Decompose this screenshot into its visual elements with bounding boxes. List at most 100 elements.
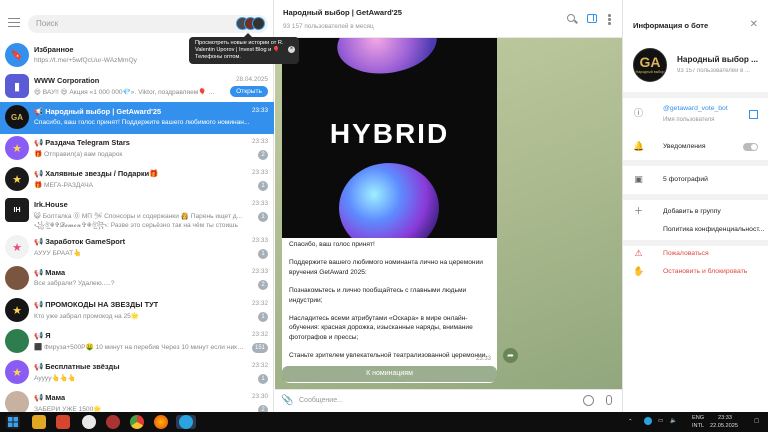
more-icon[interactable] xyxy=(608,14,611,25)
message-text: Спасибо, ваш голос принят! Поддержите ва… xyxy=(289,240,494,370)
chat-header[interactable]: Народный выбор | GetAward'25 93 157 поль… xyxy=(275,0,622,38)
notification-icon[interactable]: ▢ xyxy=(754,418,759,424)
message-bubble: HYBRID Спасибо, ваш голос принят! Поддер… xyxy=(282,38,497,383)
chat-list-item[interactable]: ★ 📢 Халявные звезды / Подарки🎁 23:33 🎁 МЕГА… xyxy=(0,164,274,196)
chat-time: 28.04.2025 xyxy=(236,76,268,83)
chat-name: 📢 Раздача Telegram Stars xyxy=(34,138,130,147)
unread-badge: 1 xyxy=(258,249,268,259)
chat-name: 📢 ПРОМОКОДЫ НА ЗВЕЗДЫ ТУТ xyxy=(34,300,159,309)
tooltip-text: Просмотреть новые истории от R. Valentin… xyxy=(195,40,284,61)
chat-view: Народный выбор | GetAward'25 93 157 поль… xyxy=(275,0,622,412)
bot-username[interactable]: @getaward_vote_bot xyxy=(663,105,728,112)
app-icon[interactable] xyxy=(106,415,120,429)
telegram-tray-icon[interactable] xyxy=(644,417,652,425)
photos-link[interactable]: 5 фотографий xyxy=(663,176,708,183)
search-icon[interactable] xyxy=(567,14,575,22)
search-input[interactable]: Поиск xyxy=(28,15,268,33)
privacy-policy-button[interactable]: Политика конфиденциальност... xyxy=(663,226,764,233)
telegram-taskbar-icon[interactable] xyxy=(176,415,196,429)
chat-subtitle: 93 157 пользователей в месяц xyxy=(283,23,374,30)
close-icon[interactable]: ✕ xyxy=(750,19,758,30)
qr-code-icon[interactable] xyxy=(749,110,758,119)
info-panel: Информация о боте ✕ GA Народный выбор На… xyxy=(622,0,768,412)
inline-button-nominations[interactable]: К номинациям xyxy=(282,366,497,382)
chat-preview: 🎁 МЕГА-РАЗДАЧА xyxy=(34,182,94,189)
unread-badge: 1 xyxy=(258,212,268,222)
yandex-browser-icon[interactable] xyxy=(82,415,96,429)
clock-date[interactable]: 22.05.2025 xyxy=(710,423,738,429)
windows-taskbar: ⌃ ▭ 🔈 ENG INTL 23:33 22.05.2025 ▢ xyxy=(0,412,768,432)
chat-time: 23:33 xyxy=(252,107,268,114)
report-button[interactable]: Пожаловаться xyxy=(663,250,709,257)
add-to-group-button[interactable]: Добавить в группу xyxy=(663,208,721,215)
chat-list-header: Поиск xyxy=(0,0,274,40)
chat-list-item[interactable]: IH Irk.House 23:33 😺 Болталка ⓪ МП 🛩 Спонсо… xyxy=(0,195,274,231)
start-icon[interactable] xyxy=(6,415,20,429)
star-icon: ★ xyxy=(5,235,29,259)
chat-list-item[interactable]: 📢 Мама 23:33 Все забрали? Удалею.....? 2 xyxy=(0,263,274,295)
bar-chart-icon: ▮ xyxy=(5,74,29,98)
side-panel-icon[interactable] xyxy=(587,14,597,23)
chat-list-item[interactable]: GA 📢 Народный выбор | GetAward'25 23:33 Спа… xyxy=(0,102,274,134)
open-button[interactable]: Открыть xyxy=(230,86,268,97)
avatar-logo-text: GA xyxy=(639,54,661,70)
message-input[interactable]: Сообщение... xyxy=(299,397,343,404)
chat-name: WWW Corporation xyxy=(34,76,100,85)
volume-icon[interactable]: 🔈 xyxy=(670,418,677,424)
divider xyxy=(623,160,768,166)
block-button[interactable]: Остановить и блокировать xyxy=(663,268,747,275)
chat-list-item[interactable]: ★ 📢 ПРОМОКОДЫ НА ЗВЕЗДЫ ТУТ 23:32 Кто уже з… xyxy=(0,295,274,327)
attach-icon[interactable]: 📎 xyxy=(281,395,293,406)
notifications-toggle[interactable] xyxy=(743,143,758,151)
close-icon[interactable]: × xyxy=(288,46,295,53)
chat-time: 23:32 xyxy=(252,300,268,307)
stories-tooltip: Просмотреть новые истории от R. Valentin… xyxy=(189,33,299,64)
search-placeholder: Поиск xyxy=(36,19,59,28)
clock-time[interactable]: 23:33 xyxy=(718,415,732,421)
photo-icon xyxy=(5,266,29,290)
unread-badge: 1 xyxy=(258,312,268,322)
chat-name: 📢 Заработок GameSport xyxy=(34,237,126,246)
file-explorer-icon[interactable] xyxy=(32,415,46,429)
chat-list-item[interactable]: 📢 Я 23:32 ⬛ Фируза+500Р🤑 10 минут на переб… xyxy=(0,326,274,358)
unread-badge: 1 xyxy=(258,374,268,384)
chat-time: 23:33 xyxy=(252,237,268,244)
chat-list-item[interactable]: ★ 📢 Заработок GameSport 23:33 АУУУ БРААТ👆 1 xyxy=(0,232,274,264)
chat-time: 23:32 xyxy=(252,331,268,338)
chat-name: 📢 Мама xyxy=(34,268,66,277)
username-label: Имя пользователя xyxy=(663,117,715,123)
message-paragraph: Станьте зрителем увлекательной театрализ… xyxy=(289,352,488,360)
hero-text: HYBRID xyxy=(329,118,450,149)
unread-badge: 2 xyxy=(258,280,268,290)
chat-time: 23:33 xyxy=(252,138,268,145)
stories-button[interactable] xyxy=(236,17,266,31)
message-paragraph: Поддержите вашего любимого номинанта лич… xyxy=(289,259,483,276)
office-icon[interactable] xyxy=(56,415,70,429)
network-icon[interactable]: ▭ xyxy=(658,418,663,424)
chat-preview: 🎁 Отправил(а) вам подарок xyxy=(34,151,123,158)
chat-list-item[interactable]: ★ 📢 Бесплатные звёзды 23:32 Ауууу👆👆👆 1 xyxy=(0,357,274,389)
menu-icon[interactable] xyxy=(8,18,20,27)
ga-logo-icon: GA xyxy=(5,105,29,129)
message-paragraph: Спасибо, ваш голос принят! xyxy=(289,241,375,248)
bot-avatar[interactable]: GA Народный выбор xyxy=(633,48,667,82)
add-user-icon: ＋ xyxy=(633,206,643,216)
star-icon: ★ xyxy=(5,167,29,191)
notifications-label: Уведомления xyxy=(663,143,706,150)
share-icon[interactable]: ➦ xyxy=(503,348,518,363)
divider xyxy=(623,240,768,246)
firefox-icon[interactable] xyxy=(154,415,168,429)
emoji-icon[interactable] xyxy=(583,395,594,406)
microphone-icon[interactable] xyxy=(606,395,612,405)
language-secondary[interactable]: INTL xyxy=(692,423,704,429)
chrome-icon[interactable] xyxy=(130,415,144,429)
chat-preview: Кто уже забрал промокод на 25🌟 xyxy=(34,313,139,320)
language-primary[interactable]: ENG xyxy=(692,415,704,421)
chevron-up-icon[interactable]: ⌃ xyxy=(628,419,633,425)
chat-list-item[interactable]: ▮ WWW Corporation 28.04.2025 😄 ВАУ!! 😄 Акци… xyxy=(0,71,274,103)
star-icon: ★ xyxy=(5,360,29,384)
chat-list-item[interactable]: ★ 📢 Раздача Telegram Stars 23:33 🎁 Отправил… xyxy=(0,133,274,165)
chat-name: 📢 Халявные звезды / Подарки🎁 xyxy=(34,169,159,178)
irk-house-icon: IH xyxy=(5,198,29,222)
message-image[interactable]: HYBRID xyxy=(282,38,497,238)
